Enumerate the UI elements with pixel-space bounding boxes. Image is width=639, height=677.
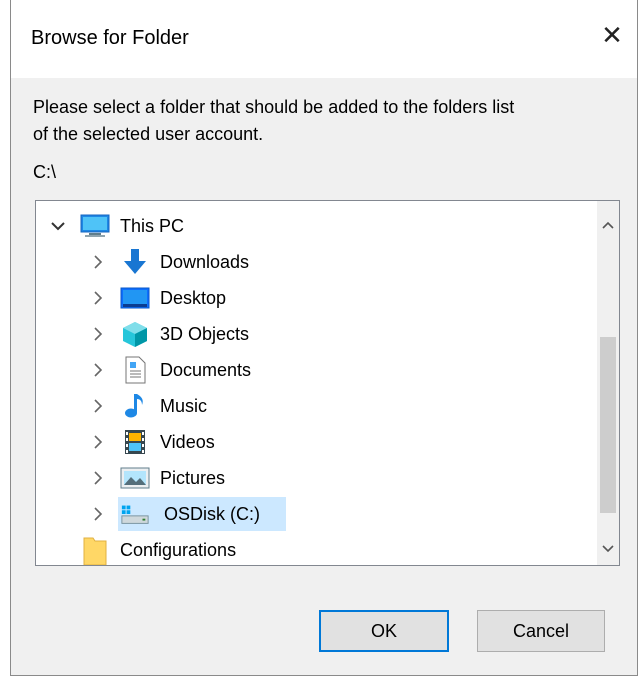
chevron-up-icon [602,216,614,234]
tree-item-3d-objects[interactable]: 3D Objects [36,317,597,351]
close-icon: ✕ [601,19,623,50]
music-icon [120,393,150,419]
tree-item-label: Music [160,395,208,416]
tree-item-label: This PC [120,215,185,236]
chevron-right-icon[interactable] [90,398,106,414]
tree-item-downloads[interactable]: Downloads [36,245,597,279]
tree-item-label: Configurations [120,539,237,560]
tree-item-label: 3D Objects [160,323,250,344]
videos-icon [120,429,150,455]
folder-tree[interactable]: This PC Downloads Desktop 3D Objects Doc… [35,200,620,566]
folder-tree-list: This PC Downloads Desktop 3D Objects Doc… [36,201,597,565]
chevron-right-icon[interactable] [90,290,106,306]
tree-item-label: Desktop [160,287,227,308]
chevron-right-icon[interactable] [90,254,106,270]
cancel-button[interactable]: Cancel [477,610,605,652]
tree-item-desktop[interactable]: Desktop [36,281,597,315]
chevron-down-icon [602,540,614,558]
tree-item-osdisk[interactable]: OSDisk (C:) [36,497,597,531]
chevron-right-icon[interactable] [90,362,106,378]
instruction-text: Please select a folder that should be ad… [33,94,623,148]
title-bar: Browse for Folder ✕ [11,0,637,78]
chevron-right-icon[interactable] [90,326,106,342]
folder-icon [80,537,110,565]
documents-icon [120,356,150,384]
desktop-icon [120,285,150,311]
pictures-icon [120,465,150,491]
tree-item-label: Pictures [160,467,226,488]
tree-item-documents[interactable]: Documents [36,353,597,387]
instruction-line-1: Please select a folder that should be ad… [33,97,515,117]
instruction-line-2: of the selected user account. [33,124,264,144]
tree-item-pictures[interactable]: Pictures [36,461,597,495]
3d-objects-icon [120,321,150,347]
tree-item-videos[interactable]: Videos [36,425,597,459]
tree-item-label: Downloads [160,251,250,272]
scroll-up-button[interactable] [597,213,619,237]
chevron-right-icon[interactable] [90,434,106,450]
tree-item-label: OSDisk (C:) [164,503,260,524]
ok-button[interactable]: OK [319,610,449,652]
chevron-down-icon[interactable] [50,218,66,234]
close-button[interactable]: ✕ [587,8,637,62]
chevron-right-icon[interactable] [90,470,106,486]
downloads-icon [120,249,150,275]
tree-item-label: Documents [160,359,252,380]
drive-icon [120,501,150,527]
tree-item-configurations[interactable]: Configurations [36,533,597,565]
dialog-title: Browse for Folder [31,27,189,49]
chevron-right-icon[interactable] [90,506,106,522]
scrollbar-thumb[interactable] [600,337,616,513]
tree-item-music[interactable]: Music [36,389,597,423]
current-path: C:\ [33,162,57,182]
scroll-down-button[interactable] [597,537,619,561]
this-pc-icon [80,213,110,239]
browse-for-folder-dialog: Browse for Folder ✕ Please select a fold… [10,0,638,676]
tree-item-label: Videos [160,431,215,452]
vertical-scrollbar[interactable] [597,201,619,565]
tree-item-this-pc[interactable]: This PC [36,209,597,243]
